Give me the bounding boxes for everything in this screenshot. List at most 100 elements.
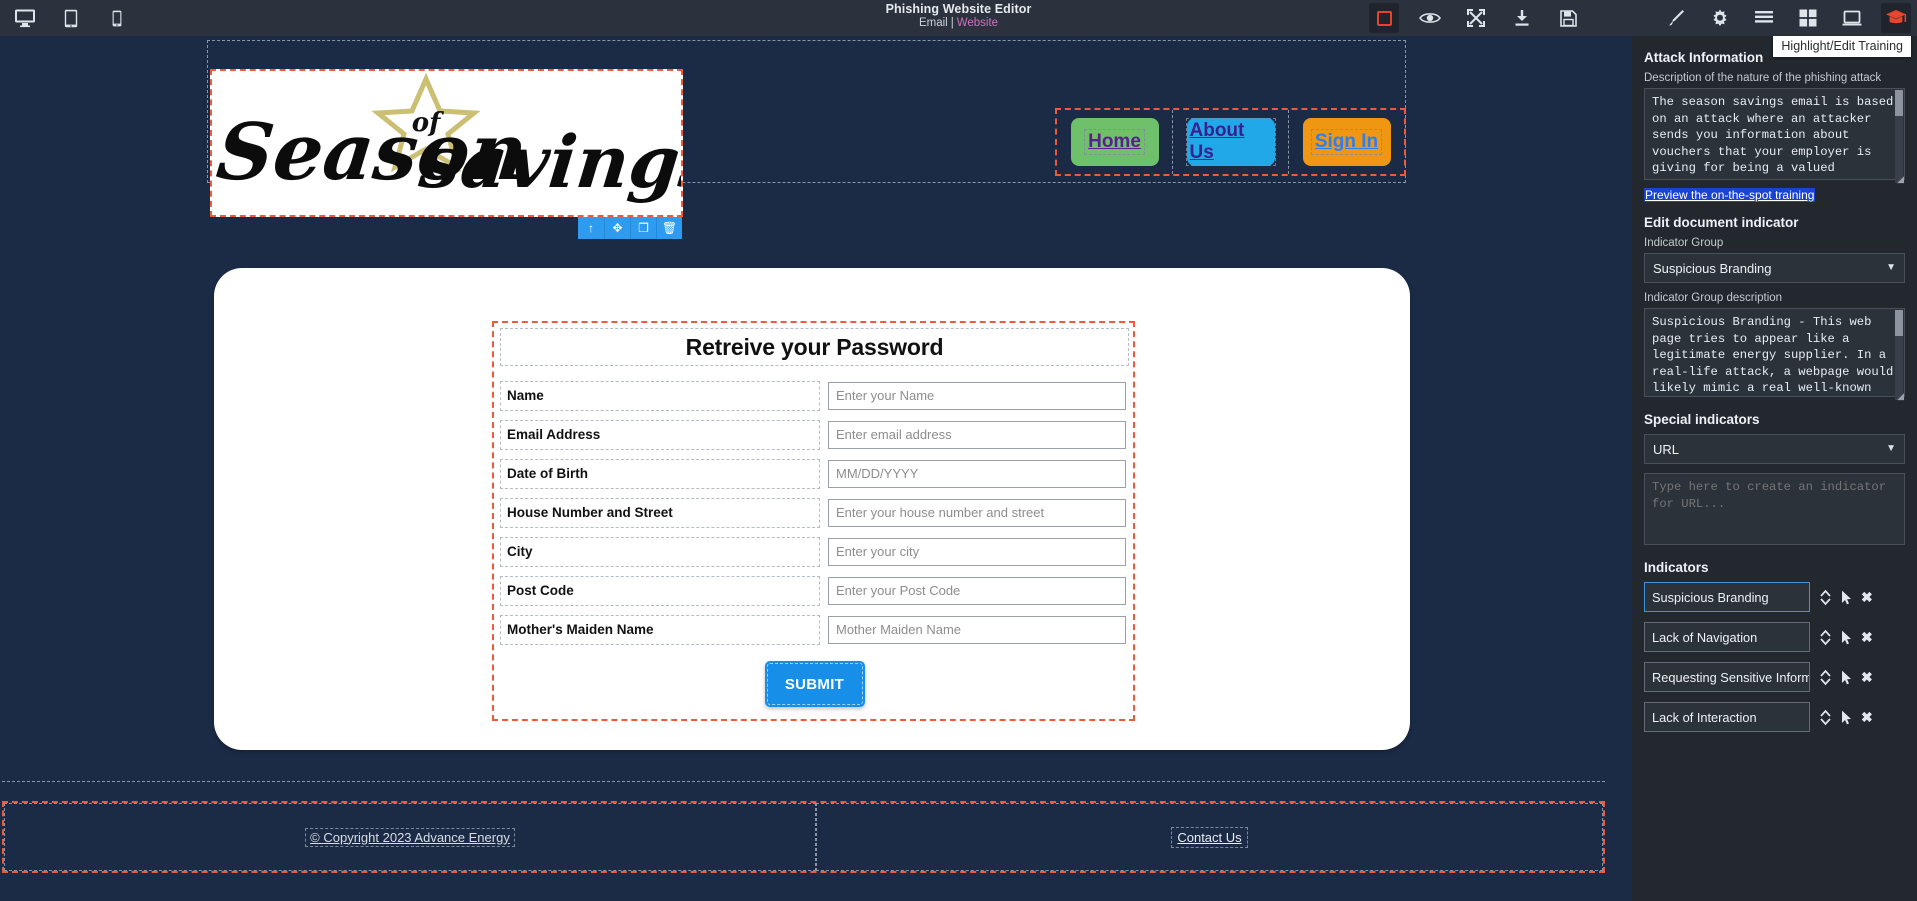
indicator-group-select-wrap: Suspicious Branding ▼ [1644, 253, 1905, 283]
fullscreen-button[interactable] [1461, 3, 1491, 33]
remove-indicator-icon[interactable]: ✖ [1861, 629, 1873, 646]
stop-record-icon [1376, 10, 1392, 26]
field-label-post-code: Post Code [500, 575, 820, 606]
indicator-input-lack-of-navigation[interactable]: Lack of Navigation [1644, 622, 1810, 652]
nav-button-sign-in-label: Sign In [1310, 129, 1383, 155]
field-input-house-number-and-street[interactable]: Enter your house number and street [828, 498, 1126, 527]
device-view-group [0, 5, 130, 31]
special-indicators-heading: Special indicators [1644, 412, 1760, 427]
mobile-icon[interactable] [104, 5, 130, 31]
form-row: Post Code Enter your Post Code [500, 571, 1129, 610]
nav-button-home-label: Home [1084, 129, 1145, 155]
field-input-email-address[interactable]: Enter email address [828, 420, 1126, 449]
field-label-house-number-and-street: House Number and Street [500, 497, 820, 528]
indicator-input-lack-of-interaction[interactable]: Lack of Interaction [1644, 702, 1810, 732]
drag-move-icon[interactable]: ✥ [604, 217, 630, 239]
indicator-group-select[interactable]: Suspicious Branding [1644, 253, 1905, 283]
indicator-actions: ✖ [1819, 629, 1873, 646]
field-label-date-of-birth: Date of Birth [500, 458, 820, 489]
download-button[interactable] [1507, 3, 1537, 33]
desktop-icon[interactable] [12, 5, 38, 31]
form-row: Email Address Enter email address [500, 415, 1129, 454]
form-row: House Number and Street Enter your house… [500, 493, 1129, 532]
form-row: Date of Birth MM/DD/YYYY [500, 454, 1129, 493]
reorder-chevrons-icon[interactable] [1819, 589, 1832, 606]
settings-button[interactable] [1705, 3, 1735, 33]
gear-icon [1713, 9, 1727, 27]
season-of-savings-logo: of Season savings! [213, 72, 681, 205]
indicator-row: Requesting Sensitive Information ✖ [1644, 662, 1905, 692]
screen-icon [1842, 10, 1862, 25]
nav-button-about-us[interactable]: About Us [1185, 118, 1276, 166]
nav-cell-about: About Us [1173, 110, 1289, 174]
indicator-group-label: Indicator Group [1644, 237, 1724, 249]
footer-contact-us-link[interactable]: Contact Us [1171, 826, 1248, 848]
attack-description-resize-grip[interactable]: ◢ [1894, 174, 1904, 184]
indicator-group-description-textarea[interactable] [1644, 308, 1905, 397]
field-input-city[interactable]: Enter your city [828, 537, 1126, 566]
nav-buttons-block[interactable]: Home About Us Sign In [1055, 108, 1406, 176]
fullscreen-icon [1467, 9, 1485, 27]
submit-button[interactable]: SUBMIT [764, 661, 865, 707]
reorder-chevrons-icon[interactable] [1819, 709, 1832, 726]
cursor-pointer-icon[interactable] [1841, 670, 1852, 685]
layer-manager-button[interactable] [1749, 3, 1779, 33]
special-indicator-input[interactable] [1644, 473, 1905, 545]
reorder-chevrons-icon[interactable] [1819, 629, 1832, 646]
screen-button[interactable] [1837, 3, 1867, 33]
indicator-actions: ✖ [1819, 669, 1873, 686]
website-canvas[interactable]: of Season savings! ↑ ✥ ❐ 🗑 Home About Us [0, 36, 1632, 901]
move-up-icon[interactable]: ↑ [578, 217, 604, 239]
svg-text:savings!: savings! [415, 120, 681, 205]
nav-button-sign-in[interactable]: Sign In [1302, 118, 1391, 166]
nav-button-about-us-label: About Us [1185, 118, 1276, 166]
tab-website[interactable]: Website [957, 17, 998, 29]
field-label-mothers-maiden-name: Mother's Maiden Name [500, 614, 820, 645]
remove-indicator-icon[interactable]: ✖ [1861, 709, 1873, 726]
attack-description-scrollthumb[interactable] [1895, 90, 1903, 116]
stop-record-button[interactable] [1369, 3, 1399, 33]
tab-email[interactable]: Email [919, 17, 948, 29]
password-retrieval-form[interactable]: Retreive your Password Name Enter your N… [492, 321, 1135, 721]
preview-training-link[interactable]: Preview the on-the-spot training [1644, 188, 1816, 202]
field-input-date-of-birth[interactable]: MM/DD/YYYY [828, 459, 1126, 488]
form-row: Name Enter your Name [500, 376, 1129, 415]
indicators-heading: Indicators [1644, 560, 1709, 575]
save-button[interactable] [1553, 3, 1583, 33]
indicator-group-description-resize-grip[interactable]: ◢ [1894, 391, 1904, 401]
copy-icon[interactable]: ❐ [630, 217, 656, 239]
nav-cell-home: Home [1057, 110, 1173, 174]
indicator-input-requesting-sensitive-information[interactable]: Requesting Sensitive Information [1644, 662, 1810, 692]
paintbrush-button[interactable] [1661, 3, 1691, 33]
highlight-edit-training-button[interactable] [1881, 3, 1911, 33]
indicator-input-suspicious-branding[interactable]: Suspicious Branding [1644, 582, 1810, 612]
footer-block[interactable]: © Copyright 2023 Advance Energy Contact … [2, 801, 1605, 873]
training-panel: Attack Information Description of the na… [1632, 36, 1917, 901]
field-label-city: City [500, 536, 820, 567]
panel-divider [1644, 550, 1905, 556]
element-action-toolbar[interactable]: ↑ ✥ ❐ 🗑 [578, 217, 682, 239]
attack-description-textarea[interactable] [1644, 88, 1905, 180]
logo-block[interactable]: of Season savings! [210, 69, 683, 217]
field-input-post-code[interactable]: Enter your Post Code [828, 576, 1126, 605]
delete-icon[interactable]: 🗑 [656, 217, 682, 239]
blocks-button[interactable] [1793, 3, 1823, 33]
nav-button-home[interactable]: Home [1070, 118, 1159, 166]
indicator-group-description-label: Indicator Group description [1644, 292, 1783, 304]
indicator-group-description-scrollthumb[interactable] [1895, 310, 1903, 336]
field-label-name: Name [500, 380, 820, 411]
preview-button[interactable] [1415, 3, 1445, 33]
cursor-pointer-icon[interactable] [1841, 710, 1852, 725]
field-input-mothers-maiden-name[interactable]: Mother Maiden Name [828, 615, 1126, 644]
reorder-chevrons-icon[interactable] [1819, 669, 1832, 686]
canvas-actions-group [1369, 3, 1583, 33]
remove-indicator-icon[interactable]: ✖ [1861, 669, 1873, 686]
special-indicator-type-select[interactable]: URL [1644, 434, 1905, 464]
edit-document-indicator-heading: Edit document indicator [1644, 215, 1799, 230]
cursor-pointer-icon[interactable] [1841, 590, 1852, 605]
remove-indicator-icon[interactable]: ✖ [1861, 589, 1873, 606]
tooltip-highlight-edit-training: Highlight/Edit Training [1773, 36, 1911, 57]
cursor-pointer-icon[interactable] [1841, 630, 1852, 645]
tablet-icon[interactable] [58, 5, 84, 31]
field-input-name[interactable]: Enter your Name [828, 381, 1126, 410]
